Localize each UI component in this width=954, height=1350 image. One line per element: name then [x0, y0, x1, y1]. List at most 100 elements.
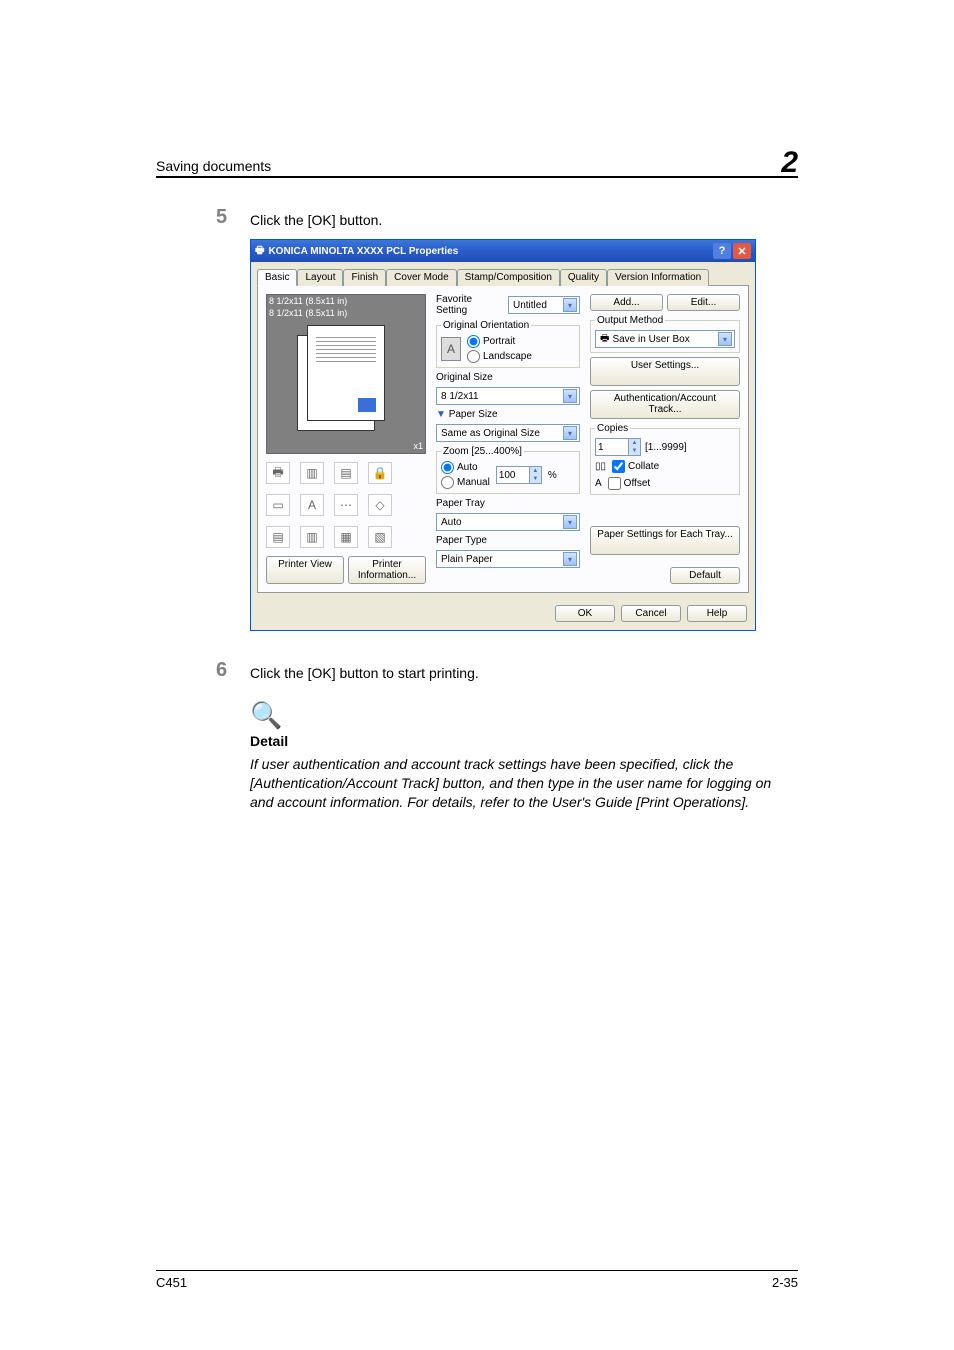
dialog-title: KONICA MINOLTA XXXX PCL Properties [268, 246, 458, 257]
copies-group: Copies ▲▼ [1...9999] ▯▯ Collate A Offset [590, 423, 740, 495]
preview-label-2: 8 1/2x11 (8.5x11 in) [267, 307, 425, 319]
detail-block: 🔍 Detail If user authentication and acco… [250, 700, 798, 812]
preview-front-page [307, 325, 385, 421]
chevron-down-icon[interactable]: ▾ [718, 332, 732, 346]
tab-quality[interactable]: Quality [560, 269, 607, 286]
preview-panel: 8 1/2x11 (8.5x11 in) 8 1/2x11 (8.5x11 in… [266, 294, 426, 454]
offset-checkbox[interactable]: Offset [608, 477, 651, 490]
step-6: 6 Click the [OK] button to start printin… [216, 659, 798, 682]
output-method-group: Output Method 🖶 Save in User Box ▾ [590, 315, 740, 353]
printer-icon: 🖶 [255, 243, 264, 260]
tab-stamp-composition[interactable]: Stamp/Composition [457, 269, 560, 286]
paper-settings-each-tray-button[interactable]: Paper Settings for Each Tray... [590, 526, 740, 555]
offset-icon: A [595, 478, 602, 489]
zoom-stepper[interactable]: ▲▼ [496, 466, 542, 484]
collate-icon: ▯▯ [595, 461, 606, 472]
dialog-titlebar: 🖶 KONICA MINOLTA XXXX PCL Properties ? ✕ [251, 240, 755, 262]
preview-label-1: 8 1/2x11 (8.5x11 in) [267, 295, 425, 307]
landscape-radio[interactable]: Landscape [467, 350, 532, 363]
thumb-icon-10[interactable]: ▥ [300, 526, 324, 548]
step-6-text: Click the [OK] button to start printing. [250, 659, 479, 681]
thumb-icon-9[interactable]: ▤ [266, 526, 290, 548]
spin-up-icon[interactable]: ▲ [628, 439, 640, 447]
chevron-down-icon[interactable]: ▾ [563, 552, 577, 566]
chevron-down-icon[interactable]: ▾ [563, 515, 577, 529]
ok-button[interactable]: OK [555, 605, 615, 622]
lock-icon[interactable]: 🔒 [368, 462, 392, 484]
chevron-down-icon[interactable]: ▾ [563, 298, 577, 312]
help-button[interactable]: Help [687, 605, 747, 622]
header-title: Saving documents [156, 158, 271, 174]
thumb-icon-11[interactable]: ▦ [334, 526, 358, 548]
chapter-number: 2 [781, 146, 798, 180]
copies-range-label: [1...9999] [645, 442, 687, 453]
favorite-setting-label: Favorite Setting [436, 294, 504, 316]
thumb-icon-12[interactable]: ▧ [368, 526, 392, 548]
tab-finish[interactable]: Finish [343, 269, 386, 286]
spin-up-icon[interactable]: ▲ [529, 467, 541, 475]
output-method-select[interactable]: 🖶 Save in User Box ▾ [595, 330, 735, 348]
chevron-down-icon[interactable]: ▾ [563, 426, 577, 440]
authentication-account-track-button[interactable]: Authentication/Account Track... [590, 390, 740, 419]
paper-tray-select[interactable]: Auto ▾ [436, 513, 580, 531]
spin-down-icon[interactable]: ▼ [529, 475, 541, 483]
paper-size-label: ▼ Paper Size [436, 409, 580, 420]
preview-zoom-indicator: x1 [413, 441, 423, 451]
close-icon[interactable]: ✕ [733, 243, 751, 259]
paper-tray-label: Paper Tray [436, 498, 580, 509]
collate-checkbox[interactable]: Collate [612, 460, 659, 473]
cancel-button[interactable]: Cancel [621, 605, 681, 622]
copies-stepper[interactable]: ▲▼ [595, 438, 641, 456]
original-size-label: Original Size [436, 372, 580, 383]
favorite-setting-select[interactable]: Untitled ▾ [508, 296, 580, 314]
thumb-icon-3[interactable]: ▤ [334, 462, 358, 484]
tab-body: 8 1/2x11 (8.5x11 in) 8 1/2x11 (8.5x11 in… [257, 285, 749, 593]
zoom-legend: Zoom [25...400%] [441, 446, 524, 457]
thumb-icon-7[interactable]: ⋯ [334, 494, 358, 516]
zoom-percent-label: % [548, 470, 557, 481]
tab-cover-mode[interactable]: Cover Mode [386, 269, 456, 286]
tabs: Basic Layout Finish Cover Mode Stamp/Com… [251, 262, 755, 285]
tab-version-information[interactable]: Version Information [607, 269, 709, 286]
paper-type-select[interactable]: Plain Paper ▾ [436, 550, 580, 568]
footer-left: C451 [156, 1275, 187, 1290]
save-box-icon: 🖶 [600, 331, 609, 348]
zoom-input[interactable] [497, 470, 529, 481]
page-header: Saving documents 2 [156, 140, 798, 178]
tab-layout[interactable]: Layout [297, 269, 343, 286]
printer-information-button[interactable]: Printer Information... [348, 556, 426, 584]
step-6-number: 6 [216, 659, 250, 682]
favorite-edit-button[interactable]: Edit... [667, 294, 740, 311]
original-orientation-group: Original Orientation A Portrait Landscap… [436, 320, 580, 368]
dialog-bottom-buttons: OK Cancel Help [251, 599, 755, 630]
output-method-legend: Output Method [595, 315, 665, 326]
chevron-down-icon[interactable]: ▾ [563, 389, 577, 403]
preview-grid-icon [358, 398, 376, 412]
printer-thumb-icon[interactable]: 🖶 [266, 462, 290, 484]
favorite-add-button[interactable]: Add... [590, 294, 663, 311]
spin-down-icon[interactable]: ▼ [628, 447, 640, 455]
user-settings-button[interactable]: User Settings... [590, 357, 740, 386]
printer-view-button[interactable]: Printer View [266, 556, 344, 584]
paper-type-label: Paper Type [436, 535, 580, 546]
tab-basic[interactable]: Basic [257, 269, 297, 286]
zoom-group: Zoom [25...400%] Auto Manual ▲▼ % [436, 446, 580, 494]
copies-input[interactable] [596, 442, 628, 453]
thumb-icon-8[interactable]: ◇ [368, 494, 392, 516]
detail-title: Detail [250, 733, 798, 749]
portrait-radio[interactable]: Portrait [467, 335, 532, 348]
paper-size-select[interactable]: Same as Original Size ▾ [436, 424, 580, 442]
orientation-icon: A [441, 337, 461, 361]
page-footer: C451 2-35 [156, 1270, 798, 1290]
step-5-number: 5 [216, 206, 250, 229]
step-5-text: Click the [OK] button. [250, 206, 382, 228]
default-button[interactable]: Default [670, 567, 740, 584]
original-size-select[interactable]: 8 1/2x11 ▾ [436, 387, 580, 405]
help-icon[interactable]: ? [713, 243, 731, 259]
magnifier-icon: 🔍 [250, 700, 798, 731]
thumb-icon-5[interactable]: ▭ [266, 494, 290, 516]
zoom-manual-radio[interactable]: Manual [441, 476, 490, 489]
thumb-icon-2[interactable]: ▥ [300, 462, 324, 484]
thumb-icon-6[interactable]: A [300, 494, 324, 516]
zoom-auto-radio[interactable]: Auto [441, 461, 490, 474]
